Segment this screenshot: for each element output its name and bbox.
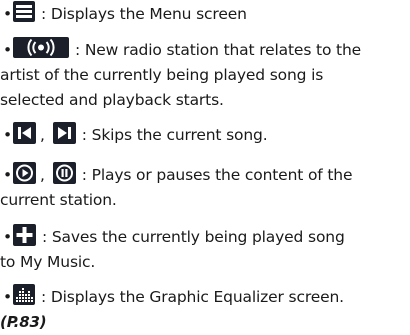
equalizer-description: : Displays the Graphic Equalizer screen. [41,288,344,306]
skip-description: : Skips the current song. [81,126,268,144]
radio-description-line-2: artist of the currently being played son… [0,66,324,84]
list-item-skip: • , : Skips the current song. [0,122,408,148]
list-item-equalizer: • : Displays the Graphic Equalizer scree… [0,284,408,335]
menu-description: : Displays the Menu screen [41,5,247,23]
list-item-play-pause: • , : Plays or pauses the content of the… [0,162,408,213]
equalizer-icon [13,284,35,305]
list-item-save: • : Saves the currently being played son… [0,224,408,275]
bullet: • [3,288,12,306]
icon-separator: , [40,126,45,144]
list-item-menu: • : Displays the Menu screen [0,1,408,27]
play-pause-description: : Plays or pauses the content of the [81,166,353,184]
bullet: • [3,5,12,23]
menu-icon [13,1,35,22]
plus-icon [13,224,36,246]
save-description: : Saves the currently being played song [42,228,345,246]
bullet: • [3,41,12,59]
icon-separator: , [40,166,45,184]
list-item-radio: • : New radio station that relates to th… [0,37,408,113]
skip-forward-icon [52,122,76,144]
radio-description: : New radio station that relates to the [75,41,362,59]
radio-broadcast-icon [13,37,69,58]
bullet: • [3,228,12,246]
save-description-line-2: to My Music. [0,253,96,271]
radio-description-line-3: selected and playback starts. [0,91,224,109]
bullet: • [3,126,12,144]
play-icon [13,162,36,184]
bullet: • [3,166,12,184]
pause-icon [52,162,76,184]
play-pause-description-line-2: current station. [0,191,117,209]
skip-back-icon [13,122,36,144]
page-reference-link[interactable]: (P.83) [0,310,408,335]
